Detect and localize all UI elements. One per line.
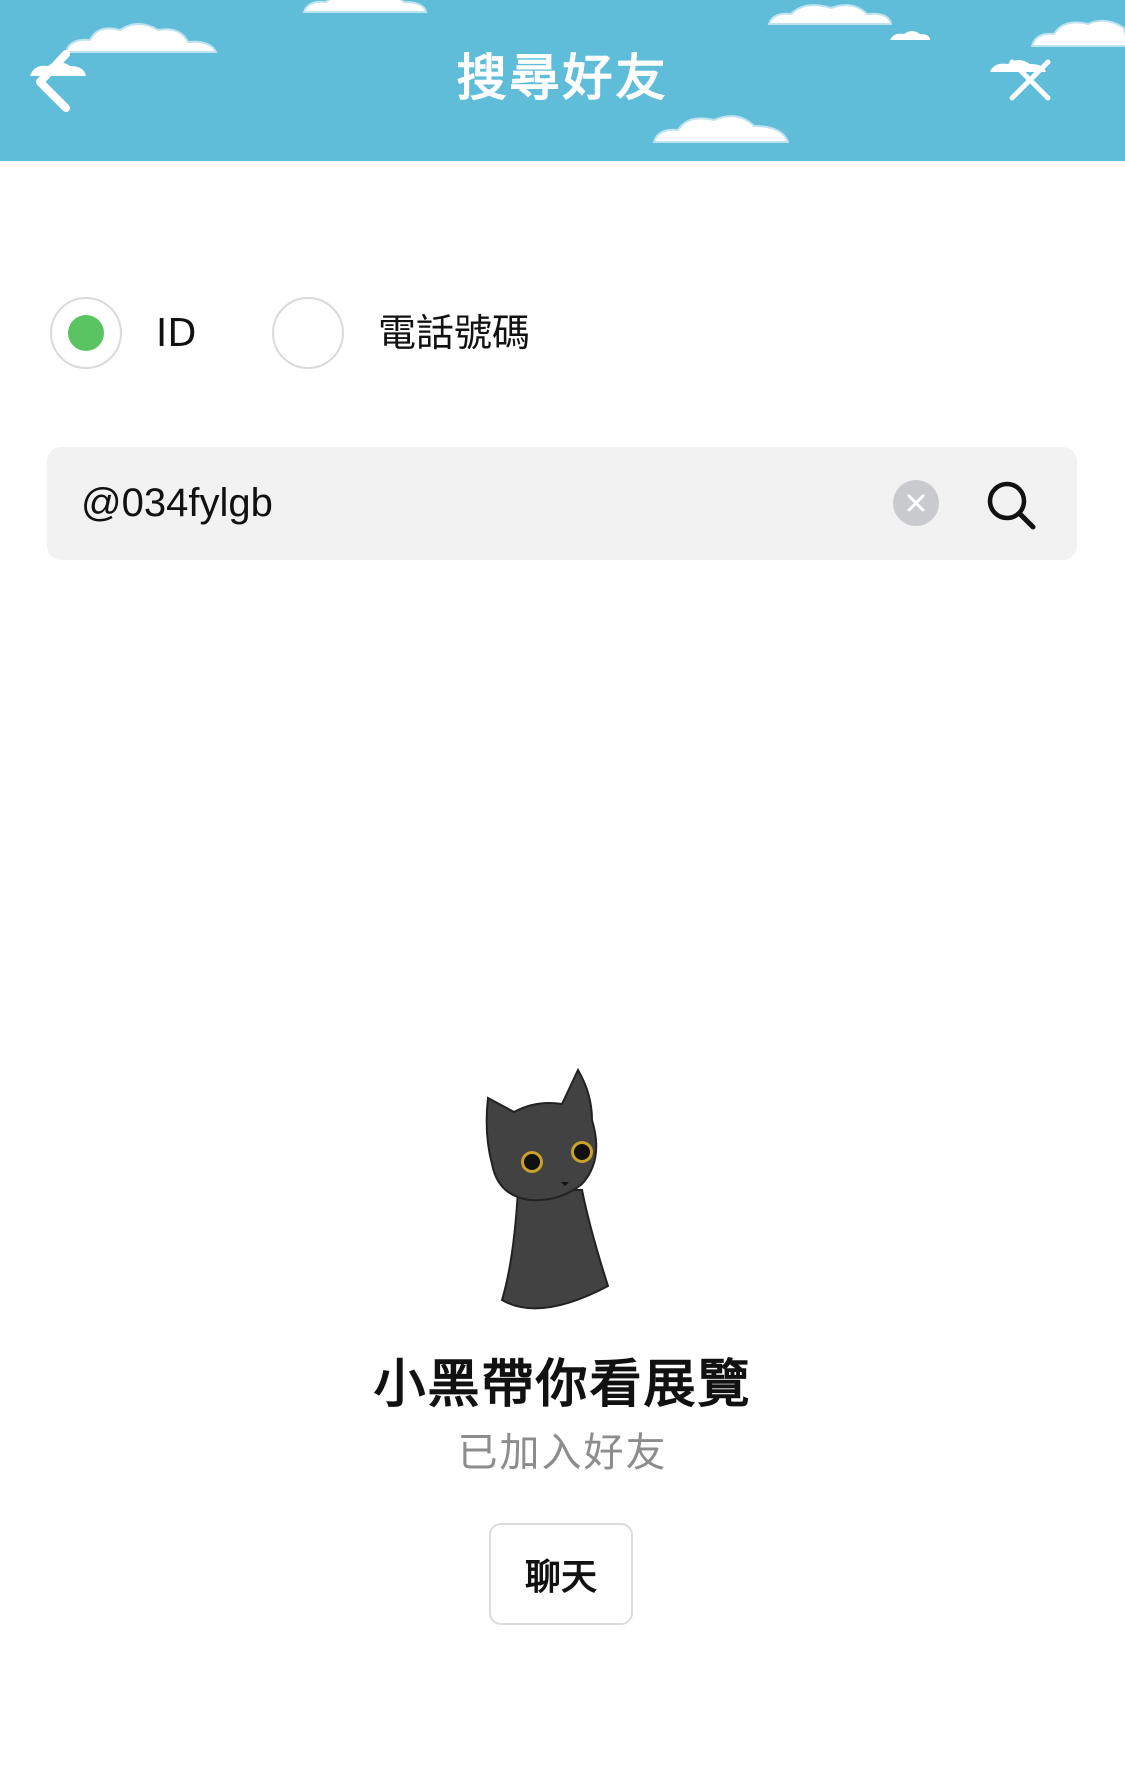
search-bar [47, 447, 1077, 560]
radio-button-id[interactable] [50, 297, 122, 369]
page-title: 搜尋好友 [456, 49, 669, 107]
clear-icon [907, 494, 925, 512]
radio-option-id[interactable]: ID [50, 297, 210, 369]
chat-button[interactable]: 聊天 [489, 1523, 633, 1625]
result-status: 已加入好友 [457, 1430, 668, 1476]
black-cat-avatar [485, 1067, 610, 1310]
radio-label-phone: 電話號碼 [378, 311, 531, 355]
search-button[interactable] [981, 475, 1041, 535]
chevron-left-icon [36, 50, 70, 112]
radio-button-phone[interactable] [272, 297, 344, 369]
radio-label-id: ID [156, 311, 197, 355]
radio-selected-dot [68, 315, 104, 351]
back-button[interactable] [22, 44, 92, 114]
radio-option-phone[interactable]: 電話號碼 [272, 297, 562, 369]
clear-button[interactable] [893, 480, 939, 526]
close-icon [1009, 59, 1051, 101]
result-name: 小黑帶你看展覽 [373, 1355, 752, 1415]
search-input[interactable] [81, 447, 881, 560]
search-icon [987, 481, 1036, 530]
avatar [470, 1060, 650, 1310]
header-bar: 搜尋好友 [0, 0, 1125, 161]
close-button[interactable] [1000, 50, 1060, 110]
